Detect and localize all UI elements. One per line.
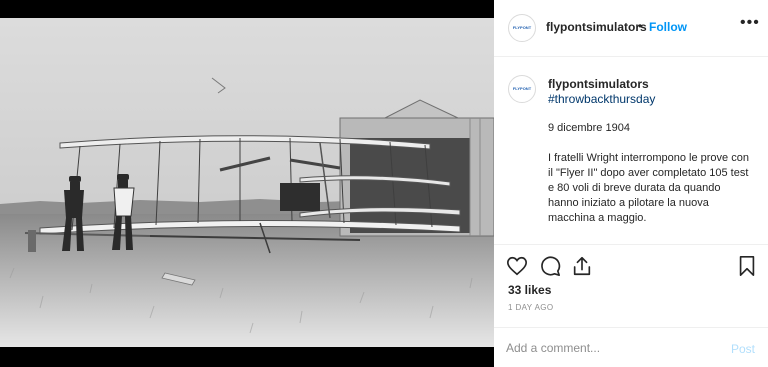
post-timestamp[interactable]: 1 DAY AGO (508, 303, 554, 312)
caption-body-text: I fratelli Wright interrompono le prove … (548, 152, 749, 224)
header-separator: • (638, 19, 643, 33)
comment-input[interactable] (506, 338, 706, 358)
follow-button[interactable]: Follow (649, 20, 687, 34)
avatar[interactable]: FLYPONT (508, 14, 536, 42)
share-icon[interactable] (571, 255, 595, 279)
post-photo-pane[interactable] (0, 0, 494, 367)
post-photo[interactable] (0, 18, 494, 347)
caption-avatar[interactable]: FLYPONT (508, 75, 536, 103)
caption-date-text: 9 dicembre 1904 (548, 122, 630, 134)
hashtag-link[interactable]: #throwbackthursday (548, 92, 655, 106)
header-username-link[interactable]: flypontsimulators (546, 20, 647, 34)
avatar-logo-text: FLYPONT (512, 25, 532, 30)
more-options-icon[interactable]: ••• (740, 14, 760, 32)
bookmark-icon[interactable] (736, 255, 760, 279)
post-actions: 33 likes 1 DAY AGO Post (494, 244, 768, 366)
comment-box: Post (494, 327, 768, 367)
post-comment-button[interactable]: Post (731, 342, 755, 356)
post-header: FLYPONT flypontsimulators • Follow ••• (494, 0, 768, 57)
likes-count[interactable]: 33 likes (508, 283, 551, 297)
caption-username-link[interactable]: flypontsimulators (548, 77, 649, 91)
comment-icon[interactable] (539, 255, 563, 279)
avatar-logo-text: FLYPONT (512, 86, 532, 91)
heart-icon[interactable] (506, 255, 530, 279)
post-sidebar: FLYPONT flypontsimulators • Follow ••• F… (494, 0, 768, 367)
